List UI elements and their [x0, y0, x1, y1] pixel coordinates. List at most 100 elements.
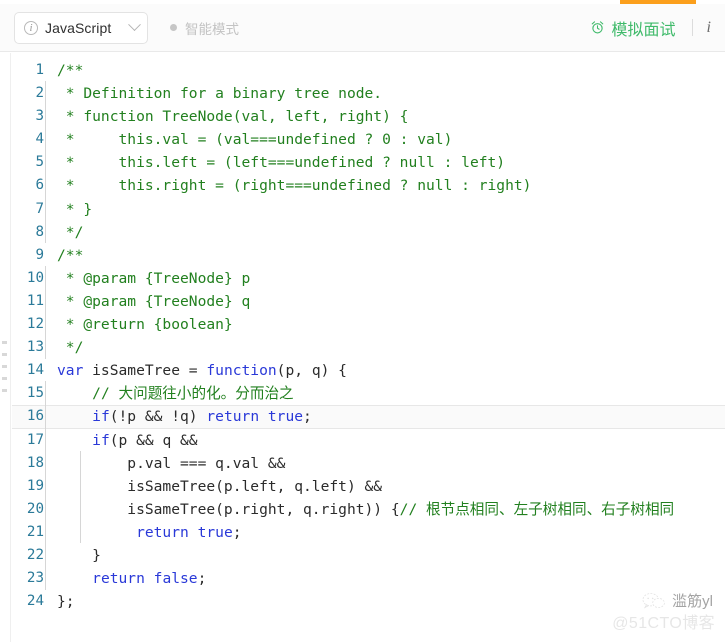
indent-guide: [45, 427, 46, 451]
code-comment: * function TreeNode(val, left, right) {: [57, 108, 409, 126]
info-italic-icon[interactable]: i: [707, 19, 713, 37]
editor-toolbar: i JavaScript 智能模式 模拟面试 i: [0, 4, 725, 52]
language-select[interactable]: i JavaScript: [14, 11, 148, 44]
code-line-text: isSameTree(p.left, q.left) &&: [45, 473, 725, 498]
line-number: 24: [26, 593, 44, 610]
code-line[interactable]: 24};: [12, 590, 725, 613]
indent-guide: [45, 196, 46, 221]
line-number: 14: [26, 362, 44, 379]
code-token: isSameTree(p.right, q.right)) {: [57, 500, 400, 518]
code-comment: * this.left = (left===undefined ? null :…: [57, 154, 506, 172]
code-editor[interactable]: 1 /** 2 * Definition for a binary tree nod…: [0, 53, 725, 642]
code-keyword: function: [206, 362, 277, 380]
code-line[interactable]: 9 /**: [12, 244, 725, 267]
code-comment: * @return {boolean}: [57, 316, 233, 334]
mock-interview-button[interactable]: 模拟面试: [590, 16, 676, 40]
alarm-clock-icon: [591, 21, 603, 34]
indent-guide: [45, 219, 46, 244]
code-keyword: return true: [136, 523, 233, 541]
code-line[interactable]: 16 if(!p && !q) return true;: [12, 404, 725, 429]
code-line[interactable]: 11 * @param {TreeNode} q: [12, 288, 725, 313]
code-line[interactable]: 1 /**: [12, 59, 725, 82]
code-line[interactable]: 20 isSameTree(p.right, q.right)) {// 根节点…: [12, 496, 725, 521]
code-line-text: * this.right = (right===undefined ? null…: [45, 173, 725, 197]
code-line-text: * @return {boolean}: [45, 312, 725, 336]
line-number: 17: [26, 431, 44, 448]
line-number: 5: [35, 154, 44, 171]
code-line-text: if(!p && !q) return true;: [45, 404, 725, 428]
code-token: isSameTree =: [83, 362, 207, 380]
indent-guide: [80, 496, 81, 521]
indent-guide: [45, 81, 46, 105]
indent-guide: [45, 312, 46, 336]
code-token: ;: [232, 523, 242, 541]
code-token: (p && q &&: [109, 431, 198, 449]
code-line[interactable]: 3 * function TreeNode(val, left, right) …: [12, 104, 725, 128]
code-keyword: var: [57, 362, 84, 380]
code-lines-container[interactable]: 1 /** 2 * Definition for a binary tree nod…: [12, 53, 725, 642]
rail-mark: [2, 377, 7, 380]
code-line[interactable]: 6 * this.right = (right===undefined ? nu…: [12, 173, 725, 197]
code-keyword: if: [92, 431, 110, 449]
code-line-text: * this.val = (val===undefined ? 0 : val): [45, 127, 725, 151]
code-line[interactable]: 2 * Definition for a binary tree node.: [12, 81, 725, 105]
indent-guide: [45, 542, 46, 567]
line-number: 10: [26, 269, 44, 286]
smart-mode-toggle[interactable]: 智能模式: [170, 18, 239, 38]
code-line[interactable]: 14 var isSameTree = function(p, q) {: [12, 359, 725, 382]
code-comment: * @param {TreeNode} p: [57, 269, 251, 287]
code-line[interactable]: 23 return false;: [12, 566, 725, 590]
code-line-text: if(p && q &&: [45, 427, 725, 452]
indent-guide: [45, 519, 46, 544]
code-line-text: p.val === q.val &&: [45, 450, 725, 475]
code-line[interactable]: 21 return true;: [12, 519, 725, 544]
code-comment: // 大问题往小的化。分而治之: [92, 385, 294, 403]
code-comment: * @param {TreeNode} q: [57, 292, 251, 310]
line-number: 13: [26, 339, 44, 356]
code-line[interactable]: 17 if(p && q &&: [12, 427, 725, 452]
indent-guide: [80, 519, 81, 544]
code-comment: * Definition for a binary tree node.: [57, 85, 383, 103]
code-token: p.val === q.val &&: [57, 454, 286, 472]
code-comment: * }: [57, 200, 93, 218]
line-number: 8: [35, 223, 44, 240]
code-line-text: * @param {TreeNode} q: [45, 288, 725, 313]
code-comment: */: [57, 223, 84, 241]
code-line[interactable]: 18 p.val === q.val &&: [12, 450, 725, 475]
code-line[interactable]: 22 }: [12, 542, 725, 567]
code-line[interactable]: 15 // 大问题往小的化。分而治之: [12, 381, 725, 405]
line-number: 3: [35, 108, 44, 125]
code-line-text: * }: [45, 196, 725, 221]
code-line-text: */: [45, 219, 725, 244]
line-number: 20: [26, 500, 44, 517]
line-number: 1: [35, 62, 44, 78]
code-line-text: */: [45, 335, 725, 359]
code-line[interactable]: 10 * @param {TreeNode} p: [12, 265, 725, 290]
code-token: ;: [197, 570, 207, 588]
code-line-text: };: [45, 590, 725, 613]
indent-guide: [45, 150, 46, 174]
editor-left-rail[interactable]: [0, 53, 11, 642]
rail-mark: [2, 389, 7, 392]
indent-guide: [45, 381, 46, 405]
code-keyword: return true: [206, 408, 304, 426]
code-token: };: [57, 593, 75, 611]
indent-guide: [45, 173, 46, 197]
code-line[interactable]: 4 * this.val = (val===undefined ? 0 : va…: [12, 127, 725, 151]
code-line[interactable]: 13 */: [12, 335, 725, 359]
rail-mark: [2, 365, 7, 368]
code-token: }: [57, 546, 101, 564]
code-line-text: /**: [45, 59, 725, 82]
line-number: 6: [35, 177, 44, 194]
code-line[interactable]: 8 */: [12, 219, 725, 244]
code-line-text: * this.left = (left===undefined ? null :…: [45, 150, 725, 174]
code-line[interactable]: 7 * }: [12, 196, 725, 221]
code-line[interactable]: 12 * @return {boolean}: [12, 312, 725, 336]
code-line[interactable]: 5 * this.left = (left===undefined ? null…: [12, 150, 725, 174]
line-number: 16: [26, 408, 44, 425]
code-line[interactable]: 19 isSameTree(p.left, q.left) &&: [12, 473, 725, 498]
line-number: 9: [35, 246, 44, 263]
line-number: 22: [26, 546, 44, 563]
